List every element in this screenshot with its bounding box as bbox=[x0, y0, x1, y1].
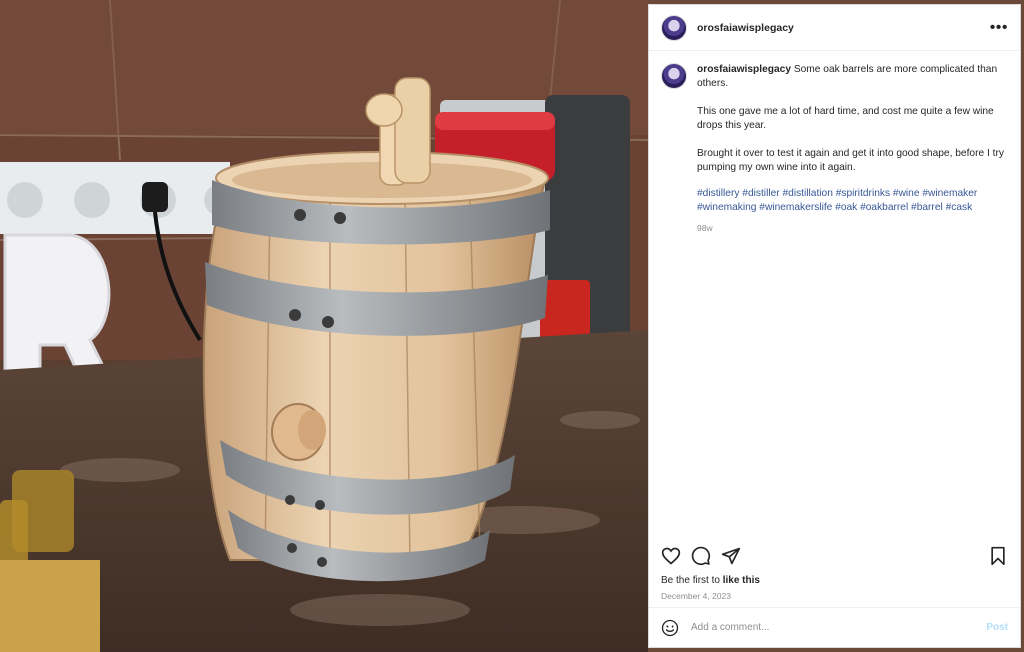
avatar[interactable] bbox=[661, 14, 687, 41]
post-photo bbox=[0, 0, 648, 652]
comment-icon[interactable] bbox=[691, 546, 711, 566]
caption-paragraph-3: Brought it over to test it again and get… bbox=[697, 148, 1004, 173]
action-bar bbox=[649, 539, 1020, 573]
post-header: orosfaiawisplegacy ••• bbox=[649, 5, 1020, 51]
heart-icon[interactable] bbox=[661, 546, 681, 566]
post-age: 98w bbox=[697, 223, 713, 233]
oak-barrel-photo bbox=[0, 0, 648, 652]
caption-paragraph-2: This one gave me a lot of hard time, and… bbox=[697, 106, 994, 131]
likes-prefix: Be the first to bbox=[661, 575, 720, 586]
caption-area: orosfaiawisplegacy Some oak barrels are … bbox=[649, 51, 1020, 537]
post-username[interactable]: orosfaiawisplegacy bbox=[697, 22, 794, 34]
like-this-link[interactable]: like this bbox=[723, 575, 760, 586]
more-horizontal-icon[interactable]: ••• bbox=[990, 19, 1008, 37]
likes-line: Be the first to like this bbox=[661, 575, 760, 586]
emoji-icon[interactable] bbox=[661, 619, 679, 637]
comment-input[interactable] bbox=[691, 622, 987, 633]
caption-username[interactable]: orosfaiawisplegacy bbox=[697, 64, 791, 75]
caption: orosfaiawisplegacy Some oak barrels are … bbox=[697, 63, 1008, 235]
post-date: December 4, 2023 bbox=[661, 591, 731, 601]
share-icon[interactable] bbox=[721, 546, 741, 566]
caption-row: orosfaiawisplegacy Some oak barrels are … bbox=[661, 63, 1008, 235]
post-panel: orosfaiawisplegacy ••• orosfaiawisplegac… bbox=[648, 4, 1021, 648]
hashtags-text[interactable]: #distillery #distiller #distillation #sp… bbox=[697, 188, 977, 213]
caption-hashtags[interactable]: #distillery #distiller #distillation #sp… bbox=[697, 187, 1008, 215]
caption-avatar[interactable] bbox=[661, 63, 687, 89]
bookmark-icon[interactable] bbox=[988, 546, 1008, 566]
comment-bar: Post bbox=[649, 607, 1020, 647]
post-comment-button[interactable]: Post bbox=[986, 622, 1008, 633]
